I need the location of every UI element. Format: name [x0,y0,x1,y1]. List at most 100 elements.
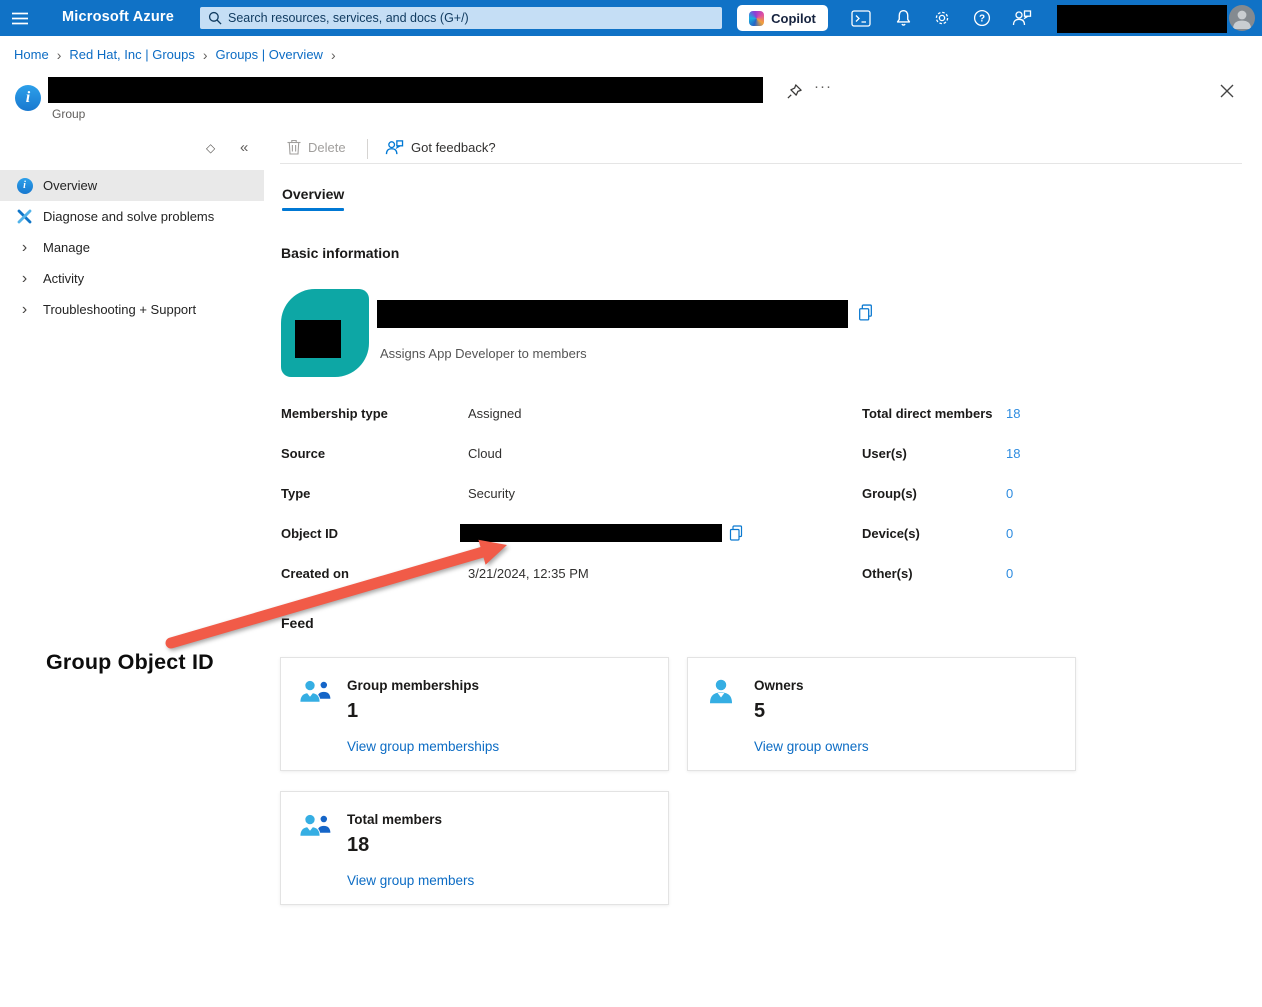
sidebar-item-label: Overview [43,178,97,193]
top-bar: Microsoft Azure Copilot ? [0,0,1262,36]
sidebar-item-label: Troubleshooting + Support [43,302,196,317]
feedback-person-icon [385,139,404,156]
group-avatar [281,289,369,377]
tab-overview[interactable]: Overview [282,186,344,211]
collapse-pane-icon[interactable]: « [240,139,248,156]
copy-group-name-icon[interactable] [855,303,875,323]
breadcrumb-home[interactable]: Home [14,47,49,62]
account-avatar[interactable] [1229,5,1255,31]
chevron-right-icon: › [22,302,27,318]
chevron-right-icon: › [57,48,62,62]
field-value: Security [468,486,515,501]
info-icon: i [17,178,33,194]
tab-active-underline [282,208,344,211]
basic-information-heading: Basic information [281,245,399,261]
more-options-button[interactable]: ··· [814,78,832,95]
card-count: 1 [347,700,358,723]
help-icon[interactable]: ? [970,7,994,29]
stat-value-users[interactable]: 18 [1006,446,1020,461]
pane-switcher-icon[interactable]: ◇ [206,141,215,155]
stat-label: Other(s) [862,566,913,581]
field-label: Membership type [281,406,388,421]
cloud-shell-icon[interactable] [849,7,873,29]
chevron-right-icon: › [331,48,336,62]
stat-value-total-direct-members[interactable]: 18 [1006,406,1020,421]
breadcrumb-groups[interactable]: Red Hat, Inc | Groups [69,47,195,62]
annotation-label: Group Object ID [46,650,214,675]
stat-value-groups[interactable]: 0 [1006,486,1013,501]
sidebar-item-troubleshooting[interactable]: › Troubleshooting + Support [0,294,264,325]
person-icon [705,677,737,712]
settings-gear-icon[interactable] [930,7,954,29]
object-id-redacted [460,524,722,542]
group-initials-redacted [295,320,341,358]
close-blade-icon[interactable] [1217,81,1237,101]
card-title: Owners [754,678,804,693]
group-info-icon: i [15,85,41,111]
hamburger-menu-icon[interactable] [8,7,32,29]
stat-value-others[interactable]: 0 [1006,566,1013,581]
command-bar-rule [280,163,1242,164]
copy-object-id-icon[interactable] [726,523,746,543]
pin-icon[interactable] [784,81,804,101]
card-group-memberships: Group memberships 1 View group membershi… [280,657,669,771]
search-input[interactable] [228,11,714,25]
sidebar-item-label: Diagnose and solve problems [43,209,214,224]
delete-button[interactable]: Delete [287,139,346,155]
card-count: 18 [347,834,369,857]
stat-label: Group(s) [862,486,917,501]
field-label: Object ID [281,526,338,541]
feed-heading: Feed [281,615,314,631]
blade-sidebar: ◇ « i Overview Diagnose and solve proble… [0,130,264,1007]
field-value: Assigned [468,406,521,421]
got-feedback-button[interactable]: Got feedback? [385,139,496,156]
feedback-icon[interactable] [1010,7,1034,29]
copilot-button[interactable]: Copilot [737,5,828,31]
command-bar-divider [367,139,368,159]
search-icon [208,11,222,25]
blade-subtitle: Group [52,107,85,121]
sidebar-item-label: Manage [43,240,90,255]
azure-portal-window: Microsoft Azure Copilot ? [0,0,1262,1007]
group-title-redacted [48,77,763,103]
group-people-icon [298,811,334,846]
notifications-icon[interactable] [891,7,915,29]
group-people-icon [298,677,334,712]
breadcrumb: Home › Red Hat, Inc | Groups › Groups | … [14,47,336,62]
diagnose-tools-icon [16,209,33,224]
chevron-right-icon: › [203,48,208,62]
view-group-memberships-link[interactable]: View group memberships [347,739,499,754]
field-label: Source [281,446,325,461]
field-label: Created on [281,566,349,581]
chevron-right-icon: › [22,240,27,256]
stat-label: User(s) [862,446,907,461]
card-title: Total members [347,812,442,827]
sidebar-item-manage[interactable]: › Manage [0,232,264,263]
view-group-members-link[interactable]: View group members [347,873,474,888]
sidebar-item-diagnose[interactable]: Diagnose and solve problems [0,201,264,232]
stat-value-devices[interactable]: 0 [1006,526,1013,541]
group-description: Assigns App Developer to members [380,346,587,361]
card-owners: Owners 5 View group owners [687,657,1076,771]
card-total-members: Total members 18 View group members [280,791,669,905]
sidebar-item-activity[interactable]: › Activity [0,263,264,294]
field-value: 3/21/2024, 12:35 PM [468,566,589,581]
copilot-icon [749,11,764,26]
brand-title[interactable]: Microsoft Azure [62,9,174,25]
card-count: 5 [754,700,765,723]
stat-label: Total direct members [862,406,993,421]
group-name-redacted [377,300,848,328]
sidebar-item-overview[interactable]: i Overview [0,170,264,201]
view-group-owners-link[interactable]: View group owners [754,739,869,754]
field-value: Cloud [468,446,502,461]
sidebar-nav: i Overview Diagnose and solve problems ›… [0,170,264,325]
field-label: Type [281,486,310,501]
svg-text:?: ? [979,14,985,25]
global-search[interactable] [200,7,722,29]
breadcrumb-groups-overview[interactable]: Groups | Overview [216,47,323,62]
card-title: Group memberships [347,678,479,693]
account-info-redacted [1057,5,1227,33]
sidebar-item-label: Activity [43,271,84,286]
pane-tools: ◇ « [0,139,264,161]
chevron-right-icon: › [22,271,27,287]
